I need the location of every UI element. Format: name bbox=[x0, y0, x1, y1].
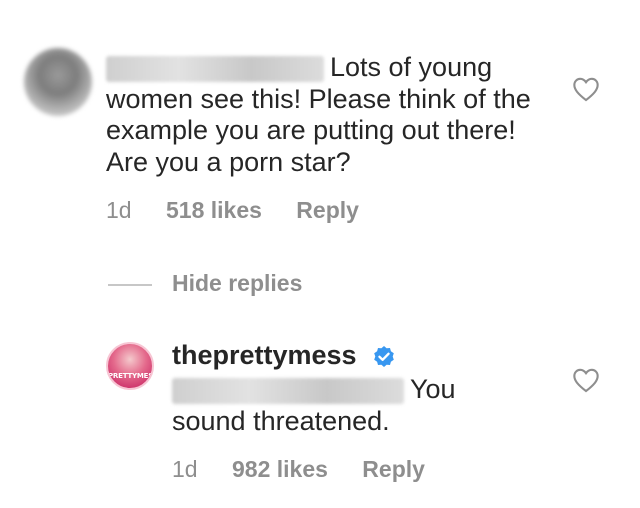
hide-replies-line bbox=[108, 284, 152, 286]
mentioned-username-redacted[interactable] bbox=[172, 377, 404, 404]
comment-meta: 1d 518 likes Reply bbox=[106, 197, 387, 224]
reply-avatar[interactable]: PRETTYMESS bbox=[106, 342, 154, 390]
heart-icon[interactable] bbox=[572, 367, 600, 393]
reply-body: You sound threatened. bbox=[172, 374, 502, 437]
heart-icon[interactable] bbox=[572, 76, 600, 102]
reply-avatar-text: PRETTYMESS bbox=[108, 372, 154, 380]
comment-likes[interactable]: 518 likes bbox=[166, 197, 262, 224]
comment-body: Lots of young women see this! Please thi… bbox=[106, 52, 546, 178]
reply-meta: 1d 982 likes Reply bbox=[172, 456, 453, 483]
reply-time: 1d bbox=[172, 456, 198, 482]
verified-badge-icon bbox=[374, 346, 394, 367]
comment-reply-button[interactable]: Reply bbox=[296, 197, 359, 224]
comment-time: 1d bbox=[106, 197, 132, 223]
commenter-avatar[interactable] bbox=[24, 48, 92, 116]
reply-likes[interactable]: 982 likes bbox=[232, 456, 328, 483]
reply-reply-button[interactable]: Reply bbox=[362, 456, 425, 483]
reply-username[interactable]: theprettymess bbox=[172, 340, 357, 371]
hide-replies-button[interactable]: Hide replies bbox=[172, 270, 302, 297]
commenter-username-redacted[interactable] bbox=[106, 55, 324, 82]
